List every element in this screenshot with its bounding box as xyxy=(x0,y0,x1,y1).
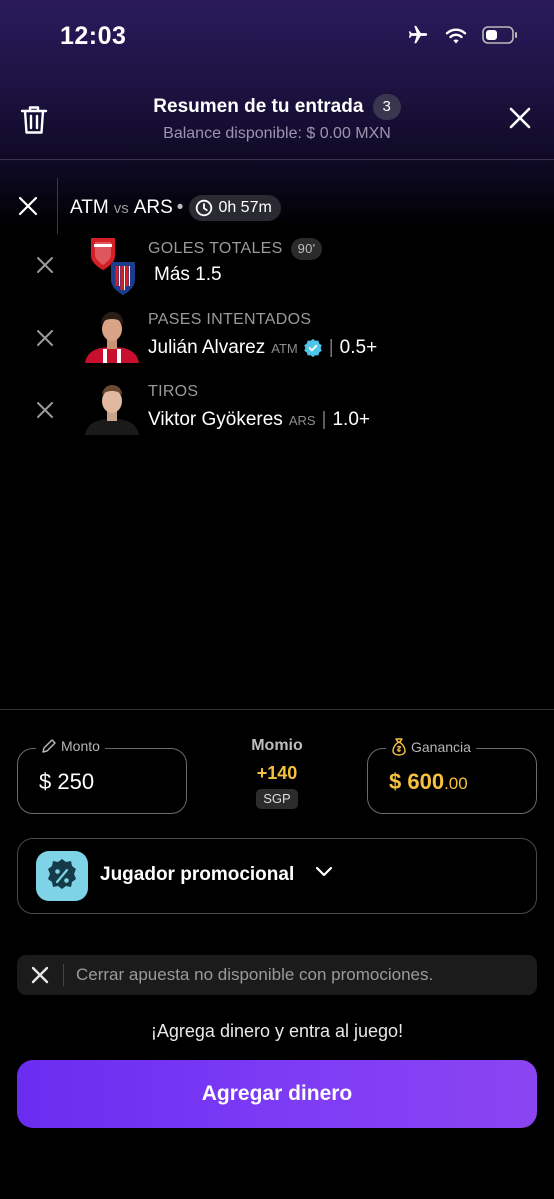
monto-value: $ 250 xyxy=(39,769,95,794)
divider xyxy=(63,964,64,986)
market-label: GOLES TOTALES xyxy=(148,240,283,257)
remove-selection-button[interactable] xyxy=(36,256,54,279)
remove-match-button[interactable] xyxy=(18,196,38,221)
divider xyxy=(57,178,58,234)
player-photo xyxy=(85,381,139,441)
airplane-icon xyxy=(408,25,428,44)
away-team: ARS xyxy=(133,197,173,218)
ganancia-value: $ 600.00 xyxy=(389,769,468,795)
status-icons xyxy=(406,24,518,46)
remove-selection-button[interactable] xyxy=(36,329,54,352)
wifi-icon xyxy=(445,28,467,44)
pipe-separator: | xyxy=(328,337,334,358)
divider xyxy=(0,709,554,710)
entry-summary-header: Resumen de tu entrada 3 Balance disponib… xyxy=(0,82,554,160)
page-title: Resumen de tu entrada 3 xyxy=(0,94,554,120)
minute-badge: 90' xyxy=(290,238,323,260)
line-value: 1.0+ xyxy=(332,409,370,430)
promo-label: Jugador promocional xyxy=(100,864,295,885)
add-money-prompt: ¡Agrega dinero y entra al juego! xyxy=(150,1021,404,1041)
match-row: ATM vs ARS • 0h 57m xyxy=(0,178,554,234)
team-crests-icon xyxy=(85,236,139,296)
match-title: ATM vs ARS • 0h 57m xyxy=(70,195,281,221)
team-tag: ATM xyxy=(271,340,298,356)
market-label: TIROS xyxy=(148,383,199,400)
close-icon xyxy=(18,196,38,216)
player-name: Julián Alvarez xyxy=(148,337,266,358)
momio-value: +140 xyxy=(256,763,298,783)
monto-input[interactable]: Monto $ 250 xyxy=(17,738,187,814)
cashout-notice: Cerrar apuesta no disponible con promoci… xyxy=(17,955,537,995)
ganancia-label: Ganancia xyxy=(386,738,476,756)
page-title-text: Resumen de tu entrada xyxy=(153,96,364,117)
selection-value: Más 1.5 xyxy=(154,264,222,285)
monto-label: Monto xyxy=(36,738,105,754)
selection-value: Julián Alvarez ATM | 0.5+ xyxy=(148,337,377,359)
promo-icon xyxy=(36,851,88,901)
cross-icon xyxy=(31,966,49,989)
sgp-badge: SGP xyxy=(256,789,298,809)
close-icon xyxy=(37,330,53,346)
ganancia-cents: .00 xyxy=(444,774,468,793)
pencil-icon xyxy=(42,739,56,753)
close-icon xyxy=(37,402,53,418)
chevron-down-icon xyxy=(315,865,333,883)
status-bar: 12:03 xyxy=(0,0,554,70)
momio-label: Momio xyxy=(251,737,303,754)
add-money-button[interactable]: Agregar dinero xyxy=(17,1060,537,1128)
selection-item: PASES INTENTADOS Julián Alvarez ATM | 0.… xyxy=(0,309,554,369)
timer-text: 0h 57m xyxy=(218,199,272,216)
selection-count-badge: 3 xyxy=(372,94,401,120)
line-value: 0.5+ xyxy=(339,337,378,358)
player-name: Viktor Gyökeres xyxy=(148,409,283,430)
separator: • xyxy=(176,197,184,218)
promo-player-selector[interactable]: Jugador promocional xyxy=(17,838,537,914)
odds-display: Momio +140 SGP xyxy=(227,737,327,809)
vs-label: vs xyxy=(113,199,129,217)
player-photo xyxy=(85,309,139,369)
status-time: 12:03 xyxy=(60,22,127,50)
selection-market: GOLES TOTALES 90' xyxy=(148,238,323,260)
remove-selection-button[interactable] xyxy=(36,401,54,424)
battery-icon xyxy=(482,26,517,44)
notice-text: Cerrar apuesta no disponible con promoci… xyxy=(76,965,434,984)
close-button[interactable] xyxy=(508,106,532,135)
close-icon xyxy=(509,107,531,129)
close-icon xyxy=(37,257,53,273)
money-bag-icon xyxy=(392,738,406,756)
ganancia-label-text: Ganancia xyxy=(411,739,471,755)
ganancia-field: Ganancia $ 600.00 xyxy=(367,738,537,814)
ganancia-main: $ 600 xyxy=(389,769,445,794)
selection-item: TIROS Viktor Gyökeres ARS | 1.0+ xyxy=(0,381,554,441)
monto-label-text: Monto xyxy=(61,738,100,754)
team-tag: ARS xyxy=(288,412,316,428)
pipe-separator: | xyxy=(321,409,327,430)
verified-badge-icon xyxy=(304,339,322,357)
selection-value: Viktor Gyökeres ARS | 1.0+ xyxy=(148,409,370,431)
clock-icon xyxy=(196,199,213,217)
match-timer-badge: 0h 57m xyxy=(189,195,281,221)
market-label: PASES INTENTADOS xyxy=(148,311,312,328)
balance-text: Balance disponible: $ 0.00 MXN xyxy=(163,125,391,142)
home-team: ATM xyxy=(70,197,109,218)
selection-item: GOLES TOTALES 90' Más 1.5 xyxy=(0,236,554,296)
